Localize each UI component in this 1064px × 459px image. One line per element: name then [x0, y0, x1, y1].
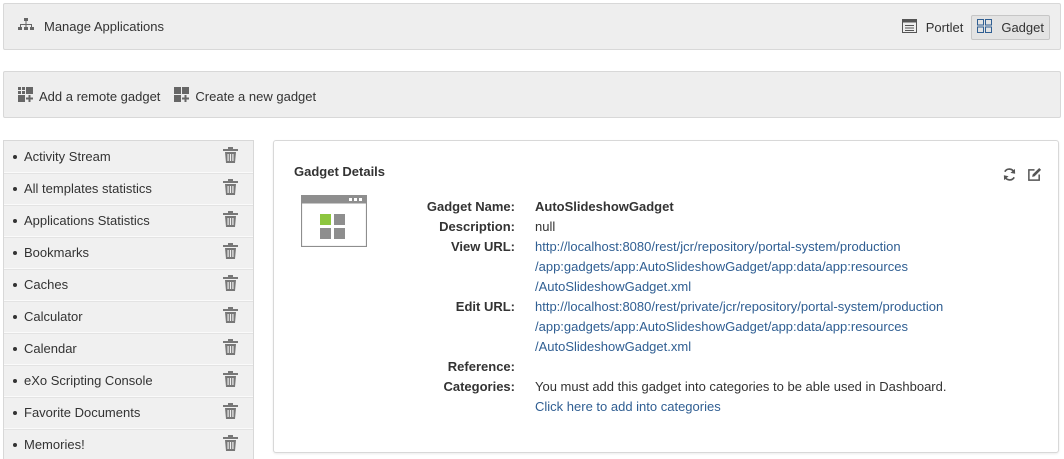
gadget-list-item[interactable]: Calendar [4, 333, 253, 365]
view-url-label: View URL: [450, 239, 515, 254]
gadget-list-item-label: Calculator [24, 309, 83, 324]
bullet [13, 218, 17, 223]
bullet [13, 250, 17, 255]
gadget-tab-label: Gadget [1001, 20, 1044, 35]
add-remote-gadget-label: Add a remote gadget [39, 88, 161, 104]
portlet-tab-label: Portlet [925, 20, 964, 35]
bullet [13, 186, 17, 191]
gadget-list-item[interactable]: Applications Statistics [4, 205, 253, 237]
gadget-list-item-label: Favorite Documents [24, 405, 141, 420]
description-row: Description: null [394, 217, 946, 237]
description-value: null [535, 219, 556, 234]
trash-icon[interactable] [223, 211, 238, 230]
edit-url-label: Edit URL: [455, 299, 515, 314]
gadget-fields: Gadget Name: AutoSlideshowGadget Descrip… [394, 197, 947, 417]
create-new-gadget-button[interactable]: Create a new gadget [174, 87, 316, 105]
create-new-gadget-label: Create a new gadget [195, 88, 317, 104]
gadget-list-item-label: Activity Stream [24, 149, 111, 164]
categories-label: Categories: [443, 379, 515, 394]
gadget-list-item-label: Memories! [24, 437, 85, 452]
edit-url-link[interactable]: http://localhost:8080/rest/private/jcr/r… [535, 297, 943, 357]
new-grid-icon [174, 87, 195, 105]
trash-icon[interactable] [223, 147, 238, 166]
gadget-toolbar: Add a remote gadget Create a new gadget [3, 71, 1061, 118]
trash-icon[interactable] [223, 403, 238, 422]
trash-icon[interactable] [223, 435, 238, 454]
trash-icon[interactable] [223, 307, 238, 326]
view-url-link[interactable]: http://localhost:8080/rest/jcr/repositor… [535, 237, 908, 297]
edit-url-line[interactable]: http://localhost:8080/rest/private/jcr/r… [535, 297, 943, 317]
gadget-list-item-label: Calendar [24, 341, 77, 356]
gadget-list-item[interactable]: Caches [4, 269, 253, 301]
page-title-text: Manage Applications [44, 19, 164, 34]
trash-icon[interactable] [223, 371, 238, 390]
gadget-list-item[interactable]: Favorite Documents [4, 397, 253, 429]
gadget-list-item-label: All templates statistics [24, 181, 152, 196]
bullet [13, 314, 17, 319]
gadget-list: Activity Stream All templates statistics… [3, 140, 254, 459]
trash-icon[interactable] [223, 275, 238, 294]
gadget-list-item-label: eXo Scripting Console [24, 373, 153, 388]
bullet [13, 410, 17, 415]
edit-url-line[interactable]: /AutoSlideshowGadget.xml [535, 337, 943, 357]
add-grid-icon [18, 87, 39, 105]
list-window-icon [901, 19, 926, 36]
reference-label: Reference: [447, 359, 515, 374]
gadget-thumbnail [300, 194, 368, 250]
gadget-name-row: Gadget Name: AutoSlideshowGadget [394, 197, 946, 217]
edit-url-row: Edit URL: http://localhost:8080/rest/pri… [394, 297, 946, 357]
bullet [13, 442, 17, 447]
reference-row: Reference: [394, 357, 946, 377]
gadget-list-item[interactable]: All templates statistics [4, 173, 253, 205]
trash-icon[interactable] [223, 339, 238, 358]
view-url-row: View URL: http://localhost:8080/rest/jcr… [394, 237, 946, 297]
gadget-list-item[interactable]: Calculator [4, 301, 253, 333]
gadget-details-panel: Gadget Details Gadget Name: AutoSlidesho… [273, 140, 1059, 453]
bullet [13, 346, 17, 351]
trash-icon[interactable] [223, 179, 238, 198]
gadget-name-label: Gadget Name: [426, 199, 515, 214]
gadget-list-item-label: Bookmarks [24, 245, 90, 260]
gadget-tab[interactable]: Gadget [971, 15, 1050, 40]
gadget-list-item-label: Applications Statistics [24, 213, 150, 228]
manage-applications-header: Manage Applications Portlet Gadget [3, 3, 1061, 50]
gadget-list-item[interactable]: Bookmarks [4, 237, 253, 269]
refresh-icon[interactable] [1002, 167, 1017, 185]
gadget-list-item[interactable]: Activity Stream [4, 141, 253, 173]
gadget-list-item[interactable]: Memories! [4, 429, 253, 459]
sitemap-icon [18, 18, 34, 35]
bullet [13, 282, 17, 287]
portlet-tab[interactable]: Portlet [896, 15, 970, 40]
bullet [13, 378, 17, 383]
page-title: Manage Applications [18, 18, 164, 35]
edit-url-line[interactable]: /app:gadgets/app:AutoSlideshowGadget/app… [535, 317, 943, 337]
bullet [13, 154, 17, 159]
view-url-line[interactable]: /app:gadgets/app:AutoSlideshowGadget/app… [535, 257, 908, 277]
categories-text: You must add this gadget into categories… [535, 379, 947, 394]
gadget-name-value: AutoSlideshowGadget [535, 199, 674, 214]
gadget-list-item[interactable]: eXo Scripting Console [4, 365, 253, 397]
add-categories-link[interactable]: Click here to add into categories [535, 397, 946, 417]
trash-icon[interactable] [223, 243, 238, 262]
add-remote-gadget-button[interactable]: Add a remote gadget [18, 87, 160, 105]
view-url-line[interactable]: /AutoSlideshowGadget.xml [535, 277, 908, 297]
description-label: Description: [439, 219, 515, 234]
categories-row: Categories: You must add this gadget int… [394, 377, 946, 417]
gadget-details-title: Gadget Details [294, 164, 386, 179]
edit-icon[interactable] [1027, 167, 1042, 185]
view-switch: Portlet Gadget [894, 15, 1050, 40]
gadget-list-item-label: Caches [24, 277, 69, 292]
grid-window-icon [977, 19, 1001, 36]
view-url-line[interactable]: http://localhost:8080/rest/jcr/repositor… [535, 237, 908, 257]
